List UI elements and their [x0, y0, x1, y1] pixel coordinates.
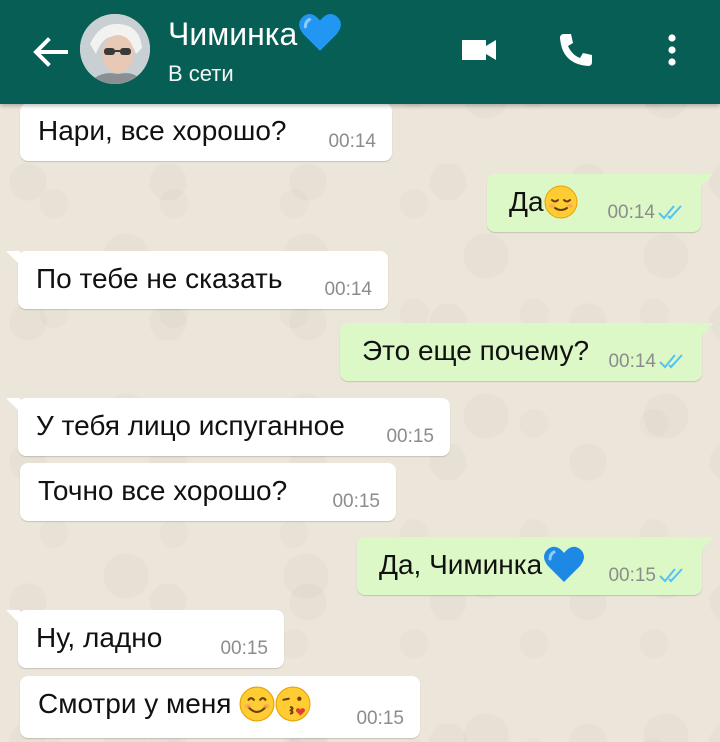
phone-call-icon[interactable] [554, 28, 598, 72]
message-text-content: Смотри у меня [38, 688, 232, 719]
message-text: Ну, ладно [36, 622, 163, 653]
chat-header: Чиминка В сети [0, 0, 720, 104]
relieved-face-emoji-icon [544, 185, 578, 219]
message-text: Нари, все хорошо? [38, 115, 287, 146]
message-time: 00:14 [608, 351, 656, 372]
message-bubble-outgoing[interactable]: Да, Чиминка 00:15 [357, 537, 714, 595]
message-text: Да, Чиминка [379, 546, 586, 584]
message-bubble-incoming[interactable]: У тебя лицо испуганное 00:15 [6, 398, 450, 456]
message-time: 00:15 [608, 565, 656, 586]
message-text-content: Да, Чиминка [379, 549, 543, 580]
contact-status: В сети [168, 61, 234, 86]
message-time: 00:15 [386, 426, 434, 447]
message-bubble-incoming[interactable]: Точно все хорошо? 00:15 [20, 463, 396, 521]
message-text: Точно все хорошо? [38, 475, 288, 506]
message-text: По тебе не сказать [36, 263, 283, 294]
message-time: 00:15 [332, 491, 380, 512]
message-text: У тебя лицо испуганное [36, 410, 345, 441]
message-bubble-incoming[interactable]: По тебе не сказать 00:14 [6, 251, 388, 309]
message-text: Да [509, 185, 578, 219]
message-time: 00:14 [324, 279, 372, 300]
back-arrow-icon[interactable] [28, 30, 72, 74]
video-call-icon[interactable] [458, 28, 502, 72]
message-bubble-outgoing[interactable]: Это еще почему? 00:14 [340, 323, 714, 381]
message-time: 00:15 [356, 708, 404, 729]
message-text: Смотри у меня [38, 686, 311, 722]
double-check-read-icon [658, 205, 682, 220]
more-options-icon[interactable] [650, 28, 694, 72]
double-check-read-icon [659, 354, 683, 369]
avatar[interactable] [80, 14, 150, 84]
message-text-content: Да [509, 186, 544, 217]
message-time: 00:15 [220, 638, 268, 659]
message-bubble-incoming[interactable]: Смотри у меня 00:15 [20, 676, 420, 738]
contact-name-text: Чиминка [168, 16, 298, 52]
contact-name[interactable]: Чиминка [168, 13, 343, 54]
message-bubble-incoming[interactable]: Нари, все хорошо? 00:14 [20, 103, 392, 161]
message-time: 00:14 [328, 131, 376, 152]
message-text: Это еще почему? [362, 335, 590, 366]
message-bubble-incoming[interactable]: Ну, ладно 00:15 [6, 610, 284, 668]
message-time: 00:14 [607, 202, 655, 223]
blue-heart-icon [299, 13, 342, 51]
double-check-read-icon [659, 568, 683, 583]
message-bubble-outgoing[interactable]: Да 00:14 [487, 174, 713, 232]
blue-heart-emoji-icon [544, 546, 585, 582]
smiling-face-emoji-icon [239, 686, 275, 722]
face-blowing-kiss-emoji-icon [275, 686, 311, 722]
